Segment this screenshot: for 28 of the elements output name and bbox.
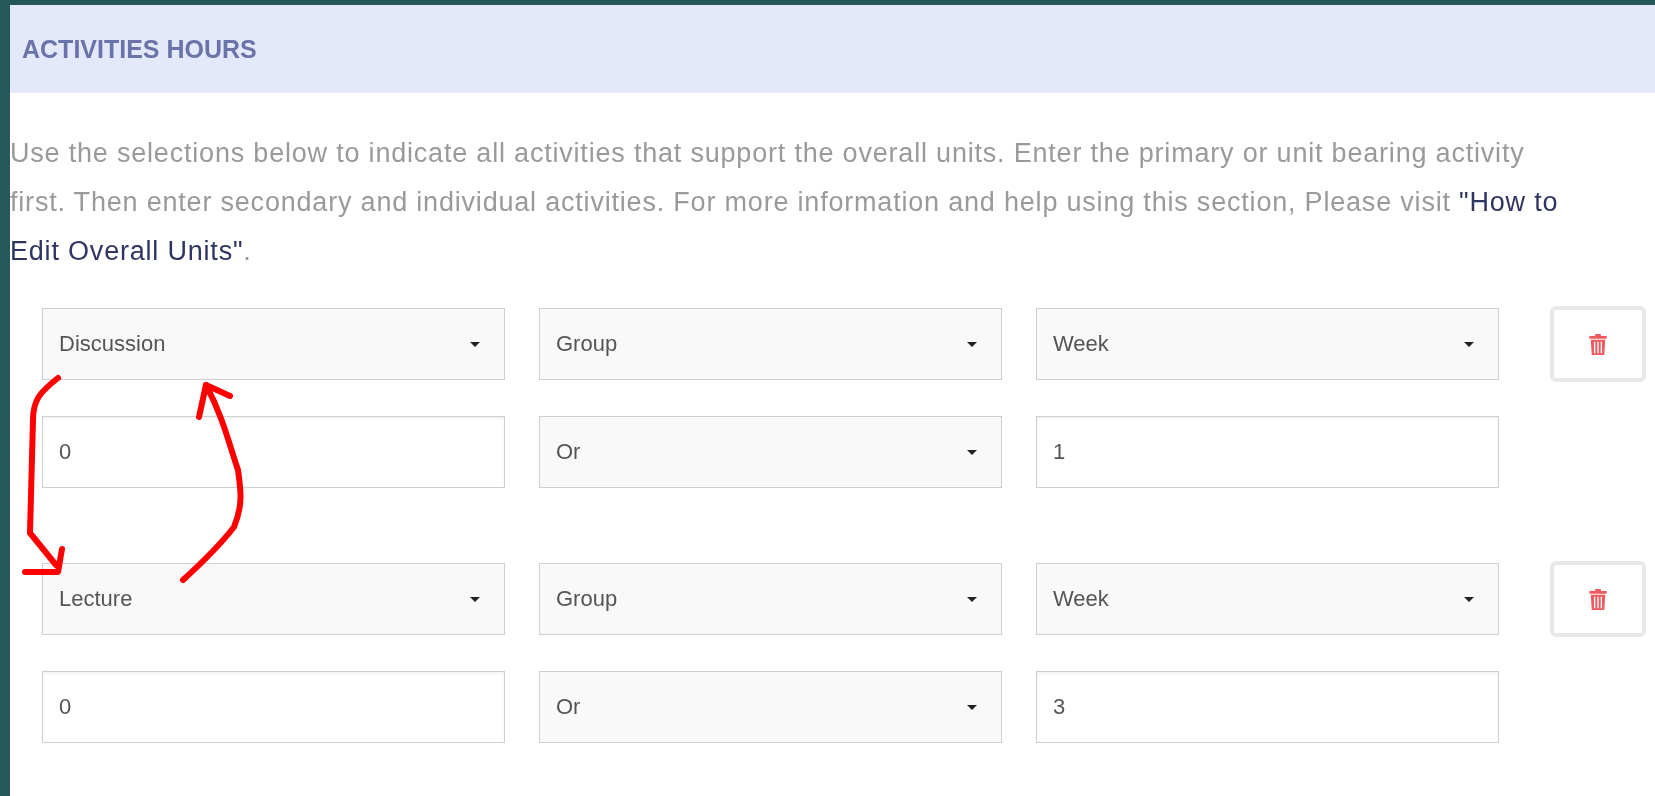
caret-icon (470, 341, 480, 347)
section-title: ACTIVITIES HOURS (22, 34, 257, 64)
count-field[interactable]: 3 (1036, 671, 1499, 743)
hours-field[interactable]: 0 (42, 671, 505, 743)
grouping-select[interactable]: Group (539, 308, 1002, 380)
caret-icon (967, 449, 977, 455)
instructions-text: Use the selections below to indicate all activities that support the overall units. Enter the primary or unit bearing activity first. Then enter secondary and individual activities. For more information and help using this section, Please visit "How to Edit Overall Units". (10, 137, 1560, 268)
trash-icon (1588, 332, 1608, 356)
caret-icon (967, 596, 977, 602)
help-link[interactable]: Edit Overall Units" (10, 236, 244, 266)
count-field[interactable]: 1 (1036, 416, 1499, 488)
help-link[interactable]: "How to (1459, 187, 1559, 217)
caret-icon (967, 704, 977, 710)
caret-icon (1464, 596, 1474, 602)
caret-icon (470, 596, 480, 602)
activity-select[interactable]: Discussion (42, 308, 505, 380)
trash-icon (1588, 587, 1608, 611)
delete-button[interactable] (1550, 561, 1646, 637)
period-select[interactable]: Week (1036, 308, 1499, 380)
hours-field[interactable]: 0 (42, 416, 505, 488)
caret-icon (1464, 341, 1474, 347)
operator-select[interactable]: Or (539, 671, 1002, 743)
period-select[interactable]: Week (1036, 563, 1499, 635)
delete-button[interactable] (1550, 306, 1646, 382)
operator-select[interactable]: Or (539, 416, 1002, 488)
activity-select[interactable]: Lecture (42, 563, 505, 635)
caret-icon (967, 341, 977, 347)
grouping-select[interactable]: Group (539, 563, 1002, 635)
